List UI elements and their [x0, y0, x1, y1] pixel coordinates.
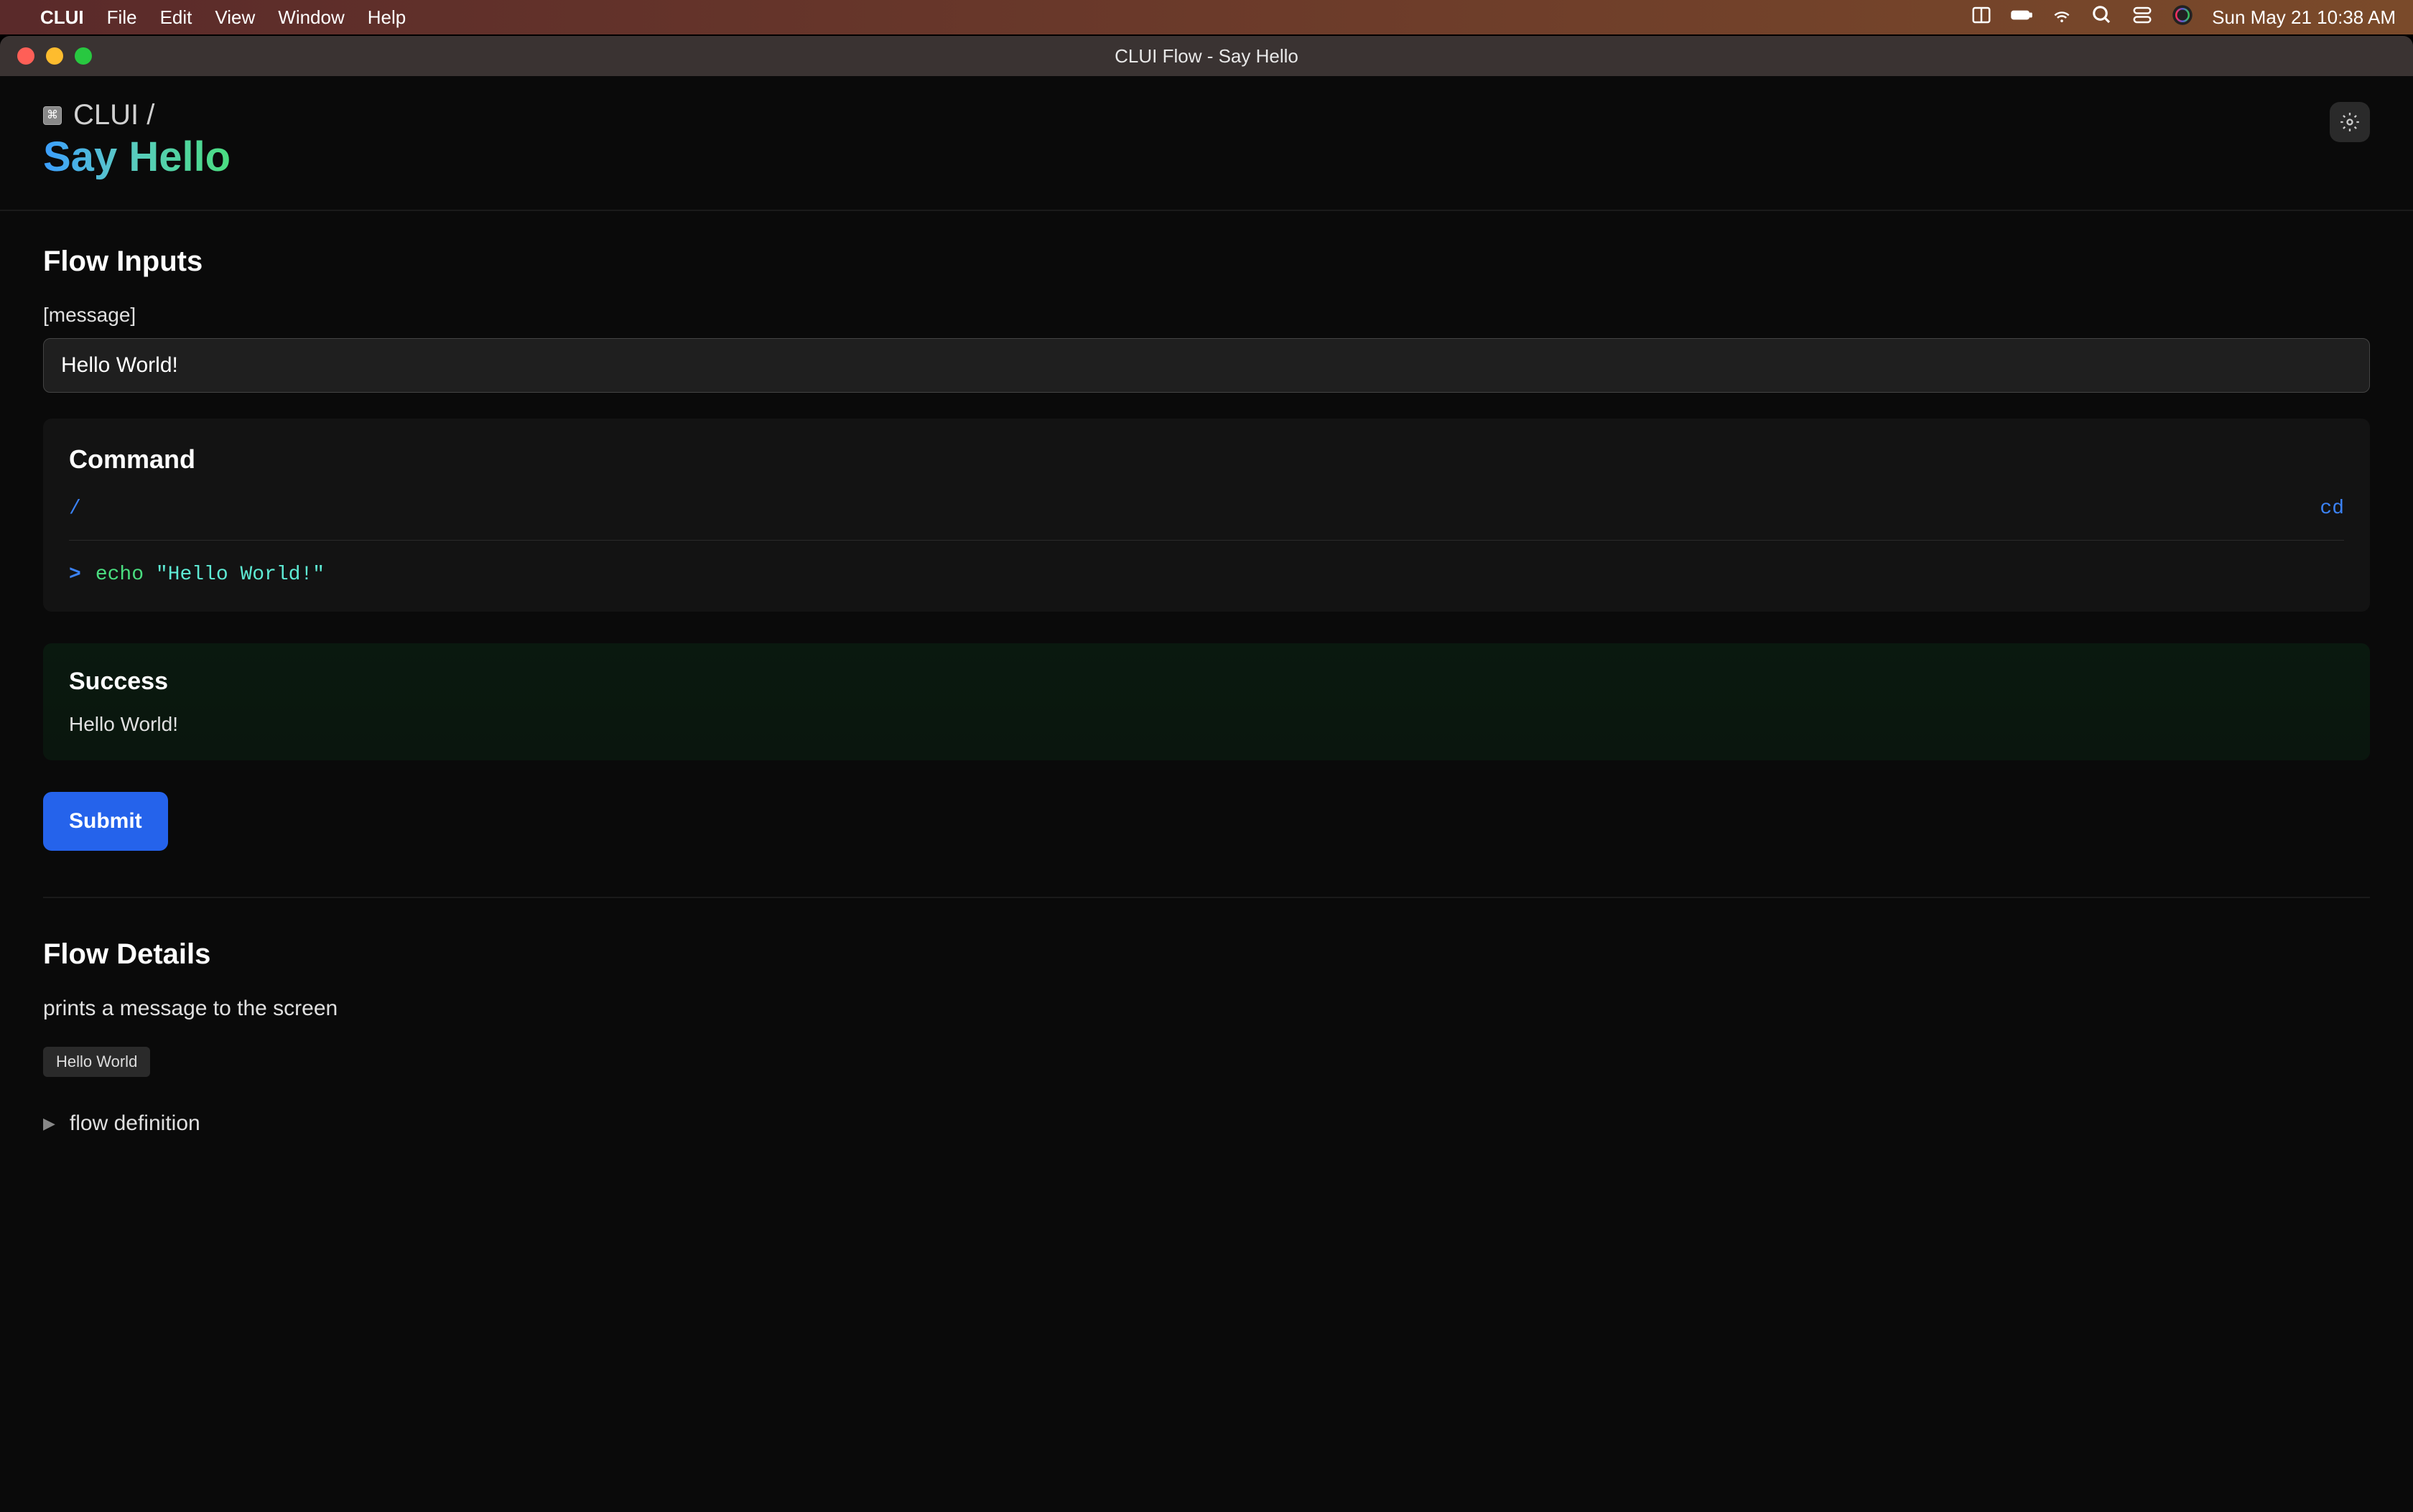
- window-title: CLUI Flow - Say Hello: [1115, 45, 1298, 67]
- flow-definition-disclosure[interactable]: ▶ flow definition: [43, 1111, 2370, 1136]
- message-input[interactable]: [43, 338, 2370, 393]
- success-panel: Success Hello World!: [43, 643, 2370, 760]
- section-divider: [43, 897, 2370, 898]
- command-line: > echo "Hello World!": [69, 564, 2344, 586]
- page-header: ⌘ CLUI / Say Hello: [43, 99, 2370, 181]
- panel-icon[interactable]: [1971, 4, 1992, 31]
- menu-help[interactable]: Help: [368, 6, 406, 29]
- command-panel: Command / cd > echo "Hello World!": [43, 419, 2370, 612]
- siri-icon[interactable]: [2172, 4, 2193, 31]
- app-window: CLUI Flow - Say Hello ⌘ CLUI / Say Hello…: [0, 36, 2413, 1512]
- success-output: Hello World!: [69, 713, 2344, 736]
- flow-tag[interactable]: Hello World: [43, 1047, 150, 1077]
- breadcrumb[interactable]: ⌘ CLUI /: [43, 99, 231, 131]
- header-divider: [0, 210, 2413, 211]
- command-name: echo: [96, 564, 144, 586]
- flow-description: prints a message to the screen: [43, 997, 2370, 1021]
- close-button[interactable]: [17, 47, 34, 65]
- control-center-icon[interactable]: [2131, 4, 2153, 31]
- maximize-button[interactable]: [75, 47, 92, 65]
- wifi-icon[interactable]: [2051, 4, 2073, 31]
- menu-app-name[interactable]: CLUI: [40, 6, 84, 29]
- gear-icon: [2340, 112, 2360, 132]
- traffic-lights: [17, 47, 92, 65]
- command-path: /: [69, 498, 81, 520]
- disclosure-label: flow definition: [70, 1111, 200, 1136]
- command-prompt: >: [69, 564, 81, 586]
- menu-window[interactable]: Window: [278, 6, 344, 29]
- cd-link[interactable]: cd: [2320, 498, 2344, 520]
- menubar-right: Sun May 21 10:38 AM: [1971, 4, 2396, 31]
- page-title: Say Hello: [43, 133, 231, 181]
- titlebar: CLUI Flow - Say Hello: [0, 36, 2413, 76]
- success-heading: Success: [69, 668, 2344, 696]
- command-heading: Command: [69, 444, 2344, 475]
- message-input-label: [message]: [43, 304, 2370, 327]
- menubar-datetime[interactable]: Sun May 21 10:38 AM: [2212, 6, 2396, 29]
- command-path-row: / cd: [69, 498, 2344, 541]
- macos-menubar: CLUI File Edit View Window Help Sun May …: [0, 0, 2413, 34]
- menu-file[interactable]: File: [107, 6, 137, 29]
- command-arg: "Hello World!": [156, 564, 325, 586]
- minimize-button[interactable]: [46, 47, 63, 65]
- menu-edit[interactable]: Edit: [160, 6, 192, 29]
- menubar-left: CLUI File Edit View Window Help: [17, 6, 406, 29]
- flow-inputs-heading: Flow Inputs: [43, 246, 2370, 278]
- settings-button[interactable]: [2330, 102, 2370, 142]
- terminal-icon: ⌘: [43, 106, 62, 125]
- flow-details-heading: Flow Details: [43, 938, 2370, 971]
- menu-view[interactable]: View: [215, 6, 255, 29]
- breadcrumb-text: CLUI /: [73, 99, 154, 131]
- battery-icon[interactable]: [2011, 4, 2032, 31]
- triangle-right-icon: ▶: [43, 1114, 55, 1133]
- submit-button[interactable]: Submit: [43, 792, 168, 851]
- search-icon[interactable]: [2091, 4, 2113, 31]
- app-content: ⌘ CLUI / Say Hello Flow Inputs [message]…: [0, 76, 2413, 1512]
